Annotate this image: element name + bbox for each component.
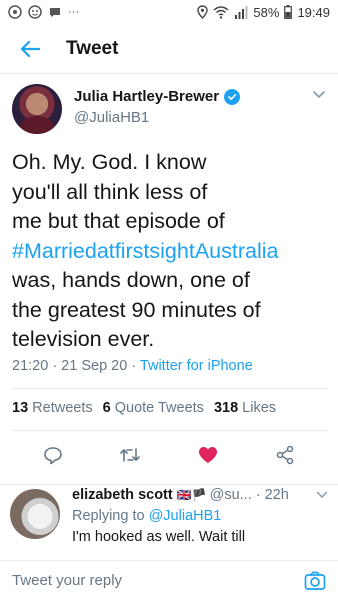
author-name-row: Julia Hartley-Brewer [74, 88, 241, 105]
tweet-text-line: Oh. My. God. I know [12, 150, 207, 174]
tweet-text-line: television ever. [12, 327, 155, 351]
reply-text: I'm hooked as well. Wait till [72, 529, 246, 545]
clock: 19:49 [297, 4, 330, 20]
chevron-down-icon[interactable] [316, 491, 328, 500]
notification-icon [8, 5, 22, 19]
status-left: ··· [8, 5, 79, 19]
timestamp-text: 21:20 · 21 Sep 20 · [12, 358, 140, 374]
heart-icon [198, 447, 217, 463]
tweet-text-line: the greatest 90 minutes of [12, 297, 261, 322]
top-app-bar: Tweet [0, 24, 338, 74]
likes-count: 318 [213, 400, 239, 416]
retweet-button[interactable] [110, 440, 150, 470]
quote-tweets-label: Quote Tweets [114, 400, 204, 416]
reply-input[interactable] [12, 572, 262, 589]
like-button[interactable] [188, 440, 228, 470]
tweet-stats: 13 Retweets 6 Quote Tweets 318 Likes [12, 400, 276, 416]
replying-to-handle[interactable]: @JuliaHB1 [149, 508, 222, 524]
tweet-text: Oh. My. God. I know you'll all think les… [12, 148, 330, 355]
reply-tweet[interactable]: elizabeth scott 🇬🇧🏴 @su... · 22h Replyin… [0, 484, 338, 560]
source-link[interactable]: Twitter for iPhone [140, 358, 253, 374]
face-icon [28, 5, 42, 19]
author-handle[interactable]: @JuliaHB1 [74, 109, 240, 126]
quote-tweets-count: 6 [102, 400, 111, 416]
reply-body: elizabeth scott 🇬🇧🏴 @su... · 22h Replyin… [72, 487, 328, 545]
battery-icon [284, 5, 293, 19]
reply-avatar[interactable] [10, 489, 60, 539]
camera-icon[interactable] [304, 571, 326, 591]
reply-author-flags: 🇬🇧🏴 [176, 488, 207, 502]
likes-label: Likes [242, 400, 277, 416]
likes-stat[interactable]: 318 Likes [214, 400, 276, 416]
tweet-text-line: you'll all think less of [12, 179, 208, 204]
divider [12, 388, 328, 389]
message-icon [50, 8, 60, 17]
retweets-label: Retweets [32, 400, 93, 416]
page-title: Tweet [66, 37, 119, 59]
author-info: Julia Hartley-Brewer @JuliaHB1 [74, 84, 241, 140]
retweet-icon [120, 448, 141, 462]
reply-header: elizabeth scott 🇬🇧🏴 @su... · 22h [72, 487, 328, 503]
reply-button[interactable] [33, 440, 73, 470]
tweet-text-line: me but that episode of [12, 209, 225, 233]
hashtag-link[interactable]: #MarriedatfirstsightAustralia [12, 237, 330, 267]
battery-percent: 58% [253, 4, 280, 20]
share-icon [277, 445, 294, 465]
status-right: 58% 19:49 [197, 5, 330, 20]
retweets-stat[interactable]: 13 Retweets [12, 400, 93, 416]
reply-author-name[interactable]: elizabeth scott [72, 487, 173, 503]
tweet-text-line: was, hands down, one of [12, 268, 250, 292]
divider [12, 430, 328, 431]
author-name[interactable]: Julia Hartley-Brewer [74, 88, 219, 105]
signal-icon [235, 5, 248, 19]
reply-time: · 22h [255, 487, 289, 503]
chevron-down-icon[interactable] [312, 90, 326, 100]
location-icon [197, 5, 209, 19]
share-button[interactable] [265, 440, 305, 470]
status-bar: ··· 58% 19:49 [0, 0, 338, 24]
author-avatar[interactable] [12, 84, 62, 134]
reply-composer [0, 560, 338, 600]
retweets-count: 13 [12, 400, 29, 416]
reply-author-handle[interactable]: @su... [210, 487, 252, 503]
replying-to-label: Replying to [72, 508, 149, 524]
wifi-icon [213, 5, 229, 19]
tweet-author: Julia Hartley-Brewer @JuliaHB1 [12, 84, 328, 140]
replying-to: Replying to @JuliaHB1 [72, 508, 328, 524]
quote-tweets-stat[interactable]: 6 Quote Tweets [103, 400, 204, 416]
reply-icon [43, 447, 62, 465]
verified-badge-icon [224, 88, 241, 105]
tweet-actions [0, 440, 338, 470]
more-notifications: ··· [68, 6, 79, 18]
back-arrow-icon [20, 40, 40, 57]
tweet-timestamp: 21:20 · 21 Sep 20 · Twitter for iPhone [12, 358, 253, 374]
back-button[interactable] [0, 40, 60, 58]
